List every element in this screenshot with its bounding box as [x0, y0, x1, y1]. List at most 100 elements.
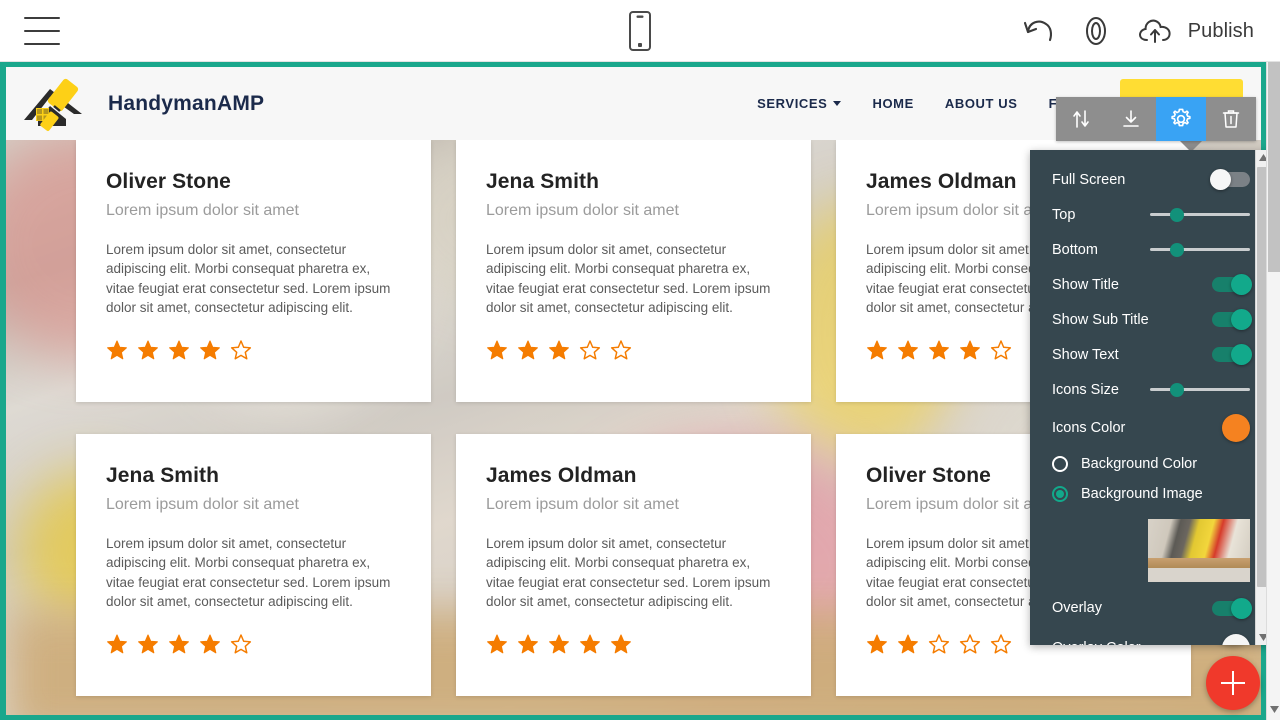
setting-row-icons-color: Icons Color: [1030, 407, 1270, 449]
star-icon: [199, 339, 221, 361]
testimonial-card[interactable]: Jena Smith Lorem ipsum dolor sit amet Lo…: [76, 434, 431, 696]
download-glyph: [1119, 107, 1143, 131]
card-body-text: Lorem ipsum dolor sit amet, consectetur …: [486, 534, 781, 611]
bottom-slider[interactable]: [1150, 248, 1250, 251]
hamburger-menu-icon[interactable]: [24, 17, 60, 45]
star-icon: [230, 339, 252, 361]
trash-glyph: [1219, 107, 1243, 131]
card-title: Oliver Stone: [106, 170, 401, 194]
gear-settings-icon[interactable]: [1156, 97, 1206, 141]
background-color-option[interactable]: Background Color: [1030, 449, 1270, 479]
eye-glyph: [1077, 16, 1115, 46]
overlay-toggle[interactable]: [1212, 601, 1250, 616]
card-subtitle: Lorem ipsum dolor sit amet: [486, 496, 781, 514]
card-subtitle: Lorem ipsum dolor sit amet: [106, 202, 401, 220]
option-label: Background Color: [1081, 456, 1197, 472]
star-icon: [866, 339, 888, 361]
setting-row-full-screen: Full Screen: [1030, 162, 1270, 197]
block-settings-panel: Full Screen Top Bottom Show Title Show S…: [1030, 150, 1270, 645]
setting-row-overlay: Overlay: [1030, 588, 1270, 628]
icons-size-slider[interactable]: [1150, 388, 1250, 391]
undo-icon[interactable]: [1021, 16, 1055, 46]
testimonial-card[interactable]: James Oldman Lorem ipsum dolor sit amet …: [456, 434, 811, 696]
star-icon: [897, 339, 919, 361]
setting-label: Icons Size: [1052, 382, 1119, 398]
show-text-toggle[interactable]: [1212, 347, 1250, 362]
mobile-device-icon[interactable]: [617, 8, 663, 54]
star-icon: [548, 633, 570, 655]
cloud-upload-icon: [1137, 15, 1179, 47]
star-icon: [199, 633, 221, 655]
rating-stars[interactable]: [106, 339, 401, 361]
trash-delete-icon[interactable]: [1206, 97, 1256, 141]
toggle-knob: [1231, 309, 1252, 330]
star-icon: [990, 633, 1012, 655]
star-icon: [959, 633, 981, 655]
chevron-down-icon: [833, 101, 841, 106]
mobile-device-glyph: [629, 11, 651, 51]
rating-stars[interactable]: [486, 339, 781, 361]
full-screen-toggle[interactable]: [1212, 172, 1250, 187]
nav-item-services[interactable]: SERVICES: [757, 96, 841, 111]
card-subtitle: Lorem ipsum dolor sit amet: [106, 496, 401, 514]
star-icon: [106, 339, 128, 361]
move-updown-icon[interactable]: [1056, 97, 1106, 141]
star-icon: [548, 339, 570, 361]
star-icon: [517, 633, 539, 655]
card-body-text: Lorem ipsum dolor sit amet, consectetur …: [486, 240, 781, 317]
eye-preview-icon[interactable]: [1077, 16, 1115, 46]
page-scrollbar[interactable]: [1266, 62, 1280, 720]
toggle-knob: [1231, 598, 1252, 619]
star-icon: [959, 339, 981, 361]
publish-button[interactable]: Publish: [1137, 15, 1254, 47]
card-subtitle: Lorem ipsum dolor sit amet: [486, 202, 781, 220]
icons-color-swatch[interactable]: [1222, 414, 1250, 442]
testimonial-card[interactable]: Jena Smith Lorem ipsum dolor sit amet Lo…: [456, 140, 811, 402]
page-scroll-thumb[interactable]: [1268, 62, 1280, 272]
hamburger-line: [24, 17, 60, 19]
brand-logo-link[interactable]: HandymanAMP: [20, 76, 264, 132]
slider-thumb[interactable]: [1170, 208, 1184, 222]
star-icon: [928, 633, 950, 655]
undo-glyph: [1021, 16, 1055, 46]
toggle-knob: [1231, 274, 1252, 295]
card-title: James Oldman: [486, 464, 781, 488]
setting-label: Full Screen: [1052, 172, 1125, 188]
setting-label: Top: [1052, 207, 1075, 223]
toggle-knob: [1231, 344, 1252, 365]
star-icon: [137, 339, 159, 361]
slider-thumb[interactable]: [1170, 243, 1184, 257]
download-icon[interactable]: [1106, 97, 1156, 141]
nav-label: ABOUT US: [945, 96, 1018, 111]
star-icon: [610, 339, 632, 361]
editor-bar-actions: Publish: [1021, 0, 1254, 62]
nav-item-home[interactable]: HOME: [872, 96, 913, 111]
setting-label: Show Title: [1052, 277, 1119, 293]
setting-label: Overlay: [1052, 600, 1102, 616]
rating-stars[interactable]: [486, 633, 781, 655]
star-icon: [486, 339, 508, 361]
background-image-option[interactable]: Background Image: [1030, 479, 1270, 509]
star-icon: [486, 633, 508, 655]
brand-name: HandymanAMP: [108, 92, 264, 116]
page-scroll-down-arrow-icon[interactable]: [1270, 700, 1279, 718]
add-block-button[interactable]: [1206, 656, 1260, 710]
background-image-thumbnail[interactable]: [1148, 519, 1250, 582]
setting-row-show-sub-title: Show Sub Title: [1030, 302, 1270, 337]
top-slider[interactable]: [1150, 213, 1250, 216]
nav-item-about-us[interactable]: ABOUT US: [945, 96, 1018, 111]
show-sub-title-toggle[interactable]: [1212, 312, 1250, 327]
show-title-toggle[interactable]: [1212, 277, 1250, 292]
setting-row-overlay-color: Overlay Color: [1030, 628, 1270, 645]
radio-unchecked-icon: [1052, 456, 1068, 472]
setting-label: Bottom: [1052, 242, 1098, 258]
star-icon: [610, 633, 632, 655]
setting-row-icons-size: Icons Size: [1030, 372, 1270, 407]
star-icon: [168, 633, 190, 655]
overlay-color-swatch[interactable]: [1222, 634, 1250, 645]
testimonial-card[interactable]: Oliver Stone Lorem ipsum dolor sit amet …: [76, 140, 431, 402]
setting-label: Show Sub Title: [1052, 312, 1149, 328]
rating-stars[interactable]: [106, 633, 401, 655]
settings-rows: Full Screen Top Bottom Show Title Show S…: [1030, 150, 1270, 645]
slider-thumb[interactable]: [1170, 383, 1184, 397]
